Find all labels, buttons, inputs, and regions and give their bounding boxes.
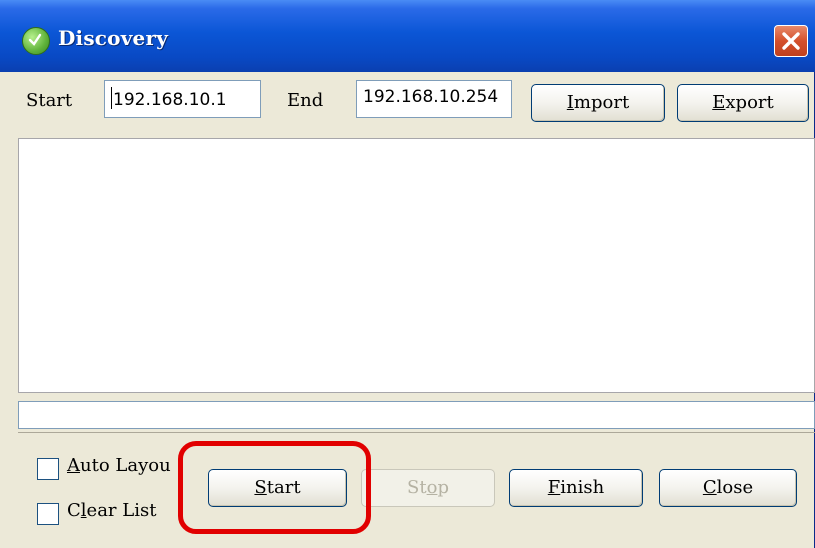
start-ip-field[interactable]: 192.168.10.1 [104,80,261,118]
discovery-status-field [18,401,815,429]
window-title: Discovery [58,26,169,50]
clear-list-checkbox[interactable] [37,503,59,525]
bottom-divider [18,432,815,433]
discovered-devices-list[interactable] [18,138,815,393]
title-bar[interactable]: Discovery [0,0,815,72]
start-ip-label: Start [26,90,73,111]
finish-button[interactable]: Finish [509,469,643,507]
start-ip-value: 192.168.10.1 [113,90,227,110]
close-window-button[interactable] [774,25,808,57]
end-ip-value: 192.168.10.254 [363,87,499,107]
stop-button[interactable]: Stop [361,469,495,507]
close-button[interactable]: Close [659,469,797,507]
discovery-app-icon [22,27,50,55]
auto-layout-checkbox[interactable] [37,458,59,480]
auto-layout-label[interactable]: Auto Layou [67,455,171,476]
end-ip-field[interactable]: 192.168.10.254 [356,80,512,118]
import-button[interactable]: Import [531,84,665,122]
text-caret [111,87,112,109]
clear-list-label[interactable]: Clear List [67,500,156,521]
discovery-window: Discovery Start 192.168.10.1 End 192.168… [0,0,815,548]
export-button[interactable]: Export [677,84,809,122]
start-button-highlight [178,441,371,534]
end-ip-label: End [287,90,324,111]
close-icon [782,32,800,50]
